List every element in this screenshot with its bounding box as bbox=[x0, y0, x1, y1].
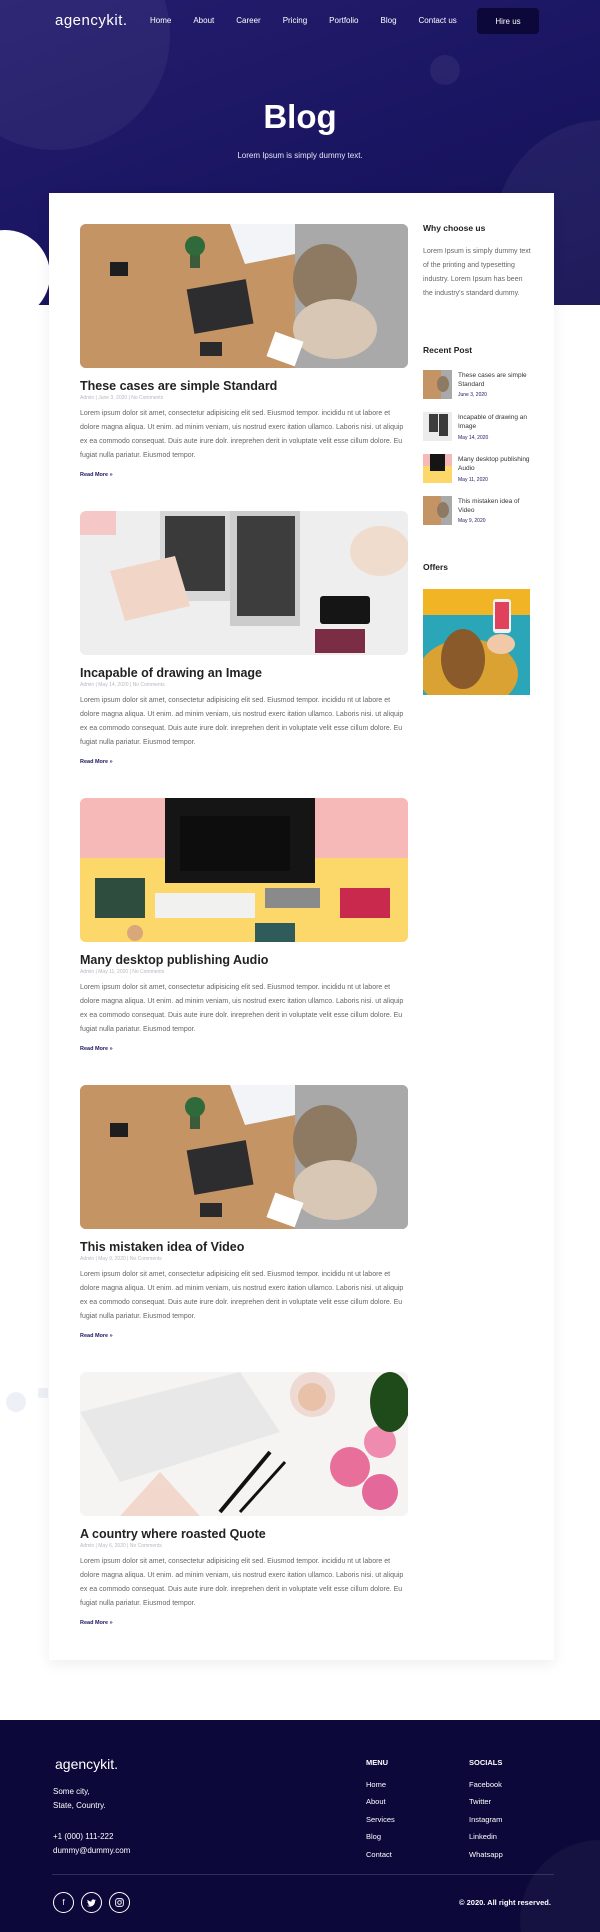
footer-email[interactable]: dummy@dummy.com bbox=[53, 1846, 130, 1855]
read-more-link[interactable]: Read More » bbox=[80, 1046, 113, 1052]
footer-phone[interactable]: +1 (000) 111-222 bbox=[53, 1832, 113, 1841]
twitter-icon[interactable] bbox=[81, 1892, 102, 1913]
widget-title: Offers bbox=[423, 562, 449, 572]
widget-title: Why choose us bbox=[423, 223, 486, 233]
footer-social-facebook[interactable]: Facebook bbox=[469, 1780, 502, 1789]
nav-about[interactable]: About bbox=[193, 16, 214, 25]
nav-pricing[interactable]: Pricing bbox=[283, 16, 307, 25]
blog-post: Many desktop publishing Audio Admin | Ma… bbox=[80, 798, 408, 1055]
read-more-link[interactable]: Read More » bbox=[80, 1333, 113, 1339]
recent-post-thumbnail bbox=[423, 454, 452, 483]
nav-blog[interactable]: Blog bbox=[381, 16, 397, 25]
recent-post-item[interactable]: Many desktop publishing Audio May 11, 20… bbox=[423, 454, 533, 484]
post-title[interactable]: Many desktop publishing Audio bbox=[80, 953, 408, 967]
recent-post-item[interactable]: This mistaken idea of Video May 9, 2020 bbox=[423, 496, 533, 526]
footer-menu-home[interactable]: Home bbox=[366, 1780, 386, 1789]
recent-post-thumbnail bbox=[423, 496, 452, 525]
main-nav: Home About Career Pricing Portfolio Blog… bbox=[150, 16, 479, 25]
post-meta: Admin | May 11, 2020 | No Comments bbox=[80, 969, 165, 975]
widget-title: Recent Post bbox=[423, 345, 473, 355]
instagram-icon[interactable] bbox=[109, 1892, 130, 1913]
recent-post-title[interactable]: Incapable of drawing an Image bbox=[458, 413, 533, 431]
offers-heading-wrap: Offers bbox=[423, 562, 533, 572]
hire-us-button[interactable]: Hire us bbox=[477, 8, 539, 34]
footer-menu-title: MENU bbox=[366, 1758, 389, 1767]
recent-post-thumbnail bbox=[423, 412, 452, 441]
post-image[interactable] bbox=[80, 511, 408, 655]
offer-image bbox=[423, 589, 530, 695]
footer-social-linkedin[interactable]: Linkedin bbox=[469, 1832, 497, 1841]
post-excerpt: Lorem ipsum dolor sit amet, consectetur … bbox=[80, 984, 404, 1033]
page-subtitle: Lorem Ipsum is simply dummy text. bbox=[237, 151, 363, 160]
offer-banner[interactable] bbox=[423, 589, 530, 695]
copyright-text: © 2020. All right reserved. bbox=[459, 1898, 551, 1907]
post-image[interactable] bbox=[80, 1372, 408, 1516]
post-title[interactable]: This mistaken idea of Video bbox=[80, 1240, 408, 1254]
footer-menu-blog[interactable]: Blog bbox=[366, 1832, 381, 1841]
recent-post-title[interactable]: These cases are simple Standard bbox=[458, 371, 533, 389]
workspace-illustration bbox=[80, 798, 408, 942]
desk-illustration bbox=[80, 224, 408, 368]
footer-address-line2: State, Country. bbox=[53, 1801, 106, 1810]
post-title[interactable]: These cases are simple Standard bbox=[80, 379, 408, 393]
recent-post-date: May 14, 2020 bbox=[458, 435, 489, 441]
post-title[interactable]: Incapable of drawing an Image bbox=[80, 666, 408, 680]
footer-divider bbox=[52, 1874, 554, 1875]
recent-post-item[interactable]: Incapable of drawing an Image May 14, 20… bbox=[423, 412, 533, 442]
footer-social-instagram[interactable]: Instagram bbox=[469, 1815, 502, 1824]
recent-post-title[interactable]: Many desktop publishing Audio bbox=[458, 455, 533, 473]
page-title: Blog bbox=[263, 98, 337, 135]
decorative-square bbox=[38, 1388, 48, 1398]
decorative-circle bbox=[430, 55, 460, 85]
post-meta: Admin | May 14, 2020 | No Comments bbox=[80, 682, 165, 688]
footer-logo[interactable]: agencykit. bbox=[55, 1756, 118, 1772]
read-more-link[interactable]: Read More » bbox=[80, 759, 113, 765]
footer-menu-about[interactable]: About bbox=[366, 1797, 386, 1806]
facebook-icon[interactable]: f bbox=[53, 1892, 74, 1913]
site-logo[interactable]: agencykit. bbox=[55, 12, 128, 29]
nav-career[interactable]: Career bbox=[236, 16, 260, 25]
decorative-circle bbox=[0, 230, 50, 305]
read-more-link[interactable]: Read More » bbox=[80, 1620, 113, 1626]
recent-post-heading-wrap: Recent Post bbox=[423, 345, 533, 355]
laptops-illustration bbox=[80, 511, 408, 655]
recent-post-title[interactable]: This mistaken idea of Video bbox=[458, 497, 533, 515]
decorative-circle bbox=[6, 1392, 26, 1412]
nav-contact[interactable]: Contact us bbox=[419, 16, 457, 25]
widget-text: Lorem Ipsum is simply dummy text of the … bbox=[423, 248, 531, 297]
post-title[interactable]: A country where roasted Quote bbox=[80, 1527, 408, 1541]
post-image[interactable] bbox=[80, 224, 408, 368]
blog-post: These cases are simple Standard Admin | … bbox=[80, 224, 408, 481]
post-excerpt: Lorem ipsum dolor sit amet, consectetur … bbox=[80, 410, 404, 459]
desk-illustration bbox=[80, 1085, 408, 1229]
footer-address-line1: Some city, bbox=[53, 1787, 90, 1796]
recent-post-date: May 11, 2020 bbox=[458, 477, 488, 483]
blog-post: This mistaken idea of Video Admin | May … bbox=[80, 1085, 408, 1342]
recent-post-item[interactable]: These cases are simple Standard June 3, … bbox=[423, 370, 533, 400]
blog-post: A country where roasted Quote Admin | Ma… bbox=[80, 1372, 408, 1629]
read-more-link[interactable]: Read More » bbox=[80, 472, 113, 478]
post-meta: Admin | May 6, 2020 | No Comments bbox=[80, 1543, 162, 1549]
post-image[interactable] bbox=[80, 1085, 408, 1229]
nav-home[interactable]: Home bbox=[150, 16, 171, 25]
post-meta: Admin | May 9, 2020 | No Comments bbox=[80, 1256, 162, 1262]
footer-menu-services[interactable]: Services bbox=[366, 1815, 395, 1824]
nav-portfolio[interactable]: Portfolio bbox=[329, 16, 358, 25]
why-choose-us-widget: Why choose us Lorem Ipsum is simply dumm… bbox=[423, 223, 533, 301]
footer-social-whatsapp[interactable]: Whatsapp bbox=[469, 1850, 503, 1859]
post-meta: Admin | June 3, 2020 | No Comments bbox=[80, 395, 164, 401]
footer-socials-title: SOCIALS bbox=[469, 1758, 503, 1767]
post-excerpt: Lorem ipsum dolor sit amet, consectetur … bbox=[80, 697, 404, 746]
decorative-circle bbox=[520, 1840, 600, 1932]
blog-post: Incapable of drawing an Image Admin | Ma… bbox=[80, 511, 408, 768]
post-image[interactable] bbox=[80, 798, 408, 942]
post-excerpt: Lorem ipsum dolor sit amet, consectetur … bbox=[80, 1271, 404, 1320]
footer-social-twitter[interactable]: Twitter bbox=[469, 1797, 491, 1806]
post-excerpt: Lorem ipsum dolor sit amet, consectetur … bbox=[80, 1558, 404, 1607]
recent-post-thumbnail bbox=[423, 370, 452, 399]
recent-post-date: May 9, 2020 bbox=[458, 518, 486, 524]
footer-menu-contact[interactable]: Contact bbox=[366, 1850, 392, 1859]
recent-post-date: June 3, 2020 bbox=[458, 392, 487, 398]
keyboard-flowers-illustration bbox=[80, 1372, 408, 1516]
